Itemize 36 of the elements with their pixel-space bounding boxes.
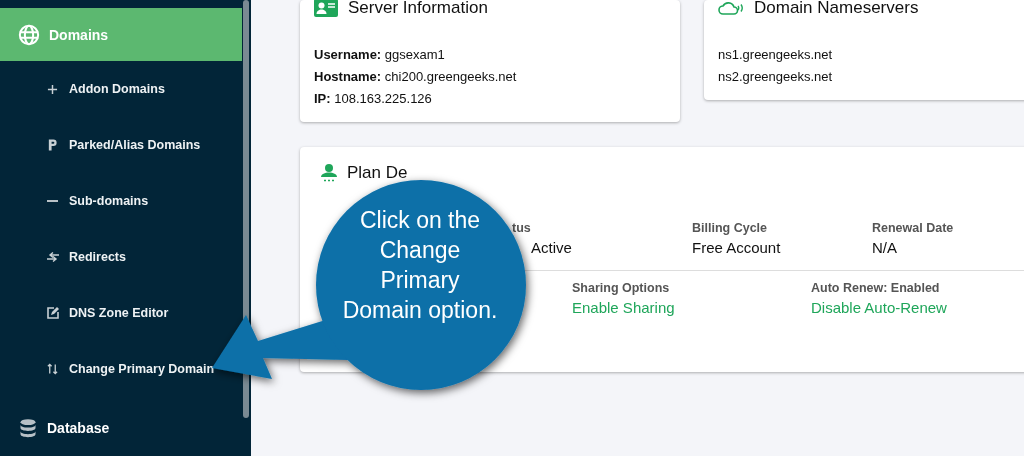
sidebar-subitem[interactable]: Change Primary Domain [47,362,215,376]
card-title: Plan De [347,163,408,183]
nameserver-text: ns2.greengeeks.net [718,68,834,86]
database-icon [18,416,38,439]
callout-text: Click on the Change Primary Domain option. [341,206,499,325]
field-value: Free Account [692,239,781,256]
cloud-icon [718,0,744,16]
field-label: Sharing Options [572,281,670,295]
sidebar-item[interactable]: Database [0,401,242,454]
plus-icon [47,83,58,95]
info-line: Hostname: chi200.greengeeks.net [314,68,518,86]
minus-icon [47,200,58,202]
sidebar-subitem[interactable]: Redirects [47,250,126,264]
globe-icon [18,23,40,46]
field-label: Renewal Date [872,221,954,235]
field-value: Active [531,239,572,256]
sidebar-subitem[interactable]: DNS Zone Editor [47,306,169,320]
sidebar-subitem[interactable]: Sub-domains [47,194,149,208]
sidebar-subitem[interactable]: Parked/Alias Domains [47,138,201,152]
person-icon [321,164,337,182]
letter-p-icon [47,139,58,151]
sidebar-label: Domains [49,26,109,43]
field-label: Auto Renew: Enabled [811,281,940,295]
edit-icon [47,307,59,319]
field-label: tus [512,221,531,235]
swap-arrows-icon [47,252,59,262]
field-value: N/A [872,239,897,256]
sidebar-subitem[interactable]: Addon Domains [47,82,165,96]
field-label: Billing Cycle [692,221,768,235]
info-line: IP: 108.163.225.126 [314,90,433,108]
sort-arrows-icon [47,363,58,375]
sidebar-label: Database [47,419,110,436]
card-title: Domain Nameservers [754,0,919,18]
info-line: Username: ggsexam1 [314,46,446,64]
card-title: Server Information [348,0,488,18]
nameserver-text: ns1.greengeeks.net [718,46,834,64]
